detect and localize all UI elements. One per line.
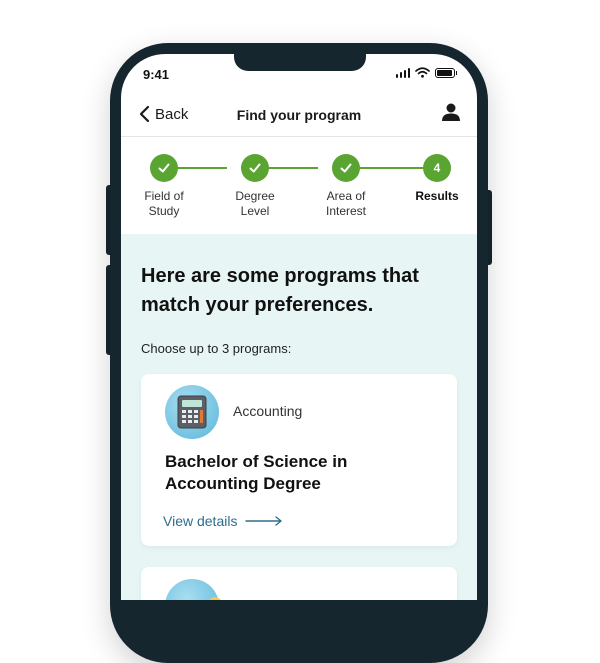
phone-notch bbox=[234, 54, 366, 71]
lightbulb-icon bbox=[165, 579, 223, 600]
step-2-complete bbox=[241, 154, 269, 182]
nav-bar: Back Find your program bbox=[121, 94, 477, 137]
wifi-icon bbox=[415, 67, 430, 78]
program-card[interactable]: Accounting Bachelor of Science in Accoun… bbox=[141, 374, 457, 546]
view-details-label: View details bbox=[163, 513, 238, 529]
progress-stepper: 4 Field of Study Degree Level Area of In… bbox=[121, 154, 477, 234]
user-icon bbox=[442, 103, 460, 121]
program-category: Accounting bbox=[233, 403, 303, 419]
step-3-complete bbox=[332, 154, 360, 182]
results-subhead: Choose up to 3 programs: bbox=[141, 341, 292, 356]
signal-icon bbox=[395, 67, 410, 78]
profile-button[interactable] bbox=[441, 102, 461, 127]
program-card[interactable] bbox=[141, 567, 457, 600]
status-icons bbox=[395, 67, 457, 78]
calculator-icon bbox=[165, 385, 219, 439]
step-1-label: Field of Study bbox=[144, 189, 184, 218]
page-title: Find your program bbox=[236, 107, 362, 123]
step-4-current: 4 bbox=[423, 154, 451, 182]
status-time: 9:41 bbox=[143, 67, 170, 82]
step-2-label: Degree Level bbox=[235, 189, 275, 218]
phone-screen: 9:41 Back Find your program 4 Field of S… bbox=[121, 54, 477, 600]
checkmark-icon bbox=[340, 163, 352, 173]
arrow-right-icon bbox=[245, 516, 283, 526]
program-title: Bachelor of Science in Accounting Degree bbox=[165, 452, 348, 493]
checkmark-icon bbox=[158, 163, 170, 173]
step-3-label: Area of Interest bbox=[325, 189, 367, 218]
results-headline: Here are some programs that match your p… bbox=[141, 265, 419, 316]
battery-icon bbox=[435, 67, 457, 78]
step-4-label: Results bbox=[415, 189, 459, 203]
view-details-link[interactable]: View details bbox=[163, 513, 283, 529]
results-content: Here are some programs that match your p… bbox=[121, 234, 477, 600]
step-1-complete bbox=[150, 154, 178, 182]
checkmark-icon bbox=[249, 163, 261, 173]
